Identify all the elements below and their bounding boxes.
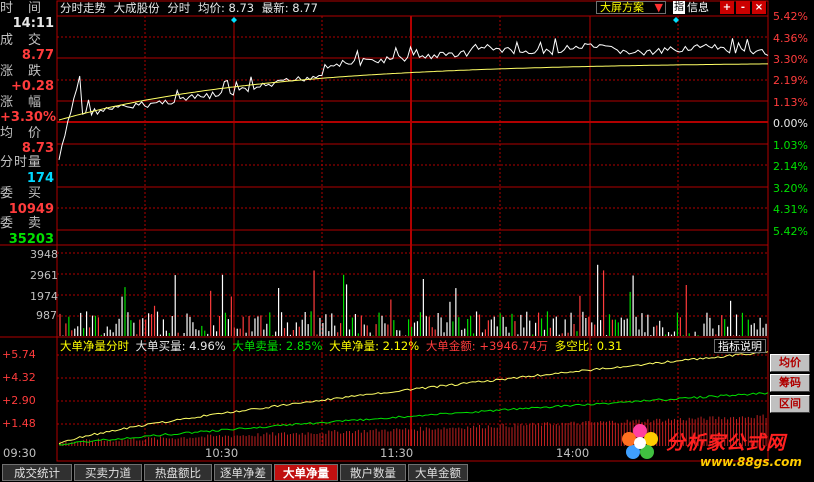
chart-mode: 分时 xyxy=(167,1,191,15)
watermark-title: 分析家公式网 xyxy=(666,432,787,454)
volume-axis-label: 3948 xyxy=(30,248,58,261)
tab-big-order-amount[interactable]: 大单金额 xyxy=(408,464,468,481)
big-buy-text: 大单买量: 4.96% xyxy=(135,339,226,353)
price-axis-label: 5.42% xyxy=(773,225,808,238)
watermark-url: www.88gs.com xyxy=(700,455,802,469)
chart-title: 分时走势 xyxy=(60,1,106,15)
indicator-header: 大单净量分时 大单买量: 4.96% 大单卖量: 2.85% 大单净量: 2.1… xyxy=(60,339,622,353)
volume-axis-label: 1974 xyxy=(30,290,58,303)
big-buy-line xyxy=(58,351,769,445)
scheme-dropdown[interactable]: 大屏方案 ▼ xyxy=(596,1,666,14)
big-net-text: 大单净量: 2.12% xyxy=(329,339,420,353)
sell-label: 委 卖 xyxy=(0,216,43,231)
tab-retail-count[interactable]: 散户数量 xyxy=(340,464,406,481)
price-axis-label: 0.00% xyxy=(773,117,808,130)
tab-buy-sell-force[interactable]: 买卖力道 xyxy=(74,464,142,481)
price-axis-label: 5.42% xyxy=(773,10,808,23)
price-axis-label: 4.31% xyxy=(773,203,808,216)
time-axis-label: 11:30 xyxy=(380,446,414,460)
pct-value: +3.30% xyxy=(0,110,56,125)
indicator-help-button[interactable]: 指标说明 xyxy=(714,339,766,353)
change-label: 涨 跌 xyxy=(0,64,43,79)
price-line xyxy=(58,38,769,161)
chips-button[interactable]: 筹码 xyxy=(770,374,810,392)
deal-value: 8.77 xyxy=(21,48,54,63)
deal-label: 成 交 xyxy=(0,33,43,48)
flower-logo-icon xyxy=(620,422,660,462)
change-value: +0.28 xyxy=(11,79,54,94)
big-sell-text: 大单卖量: 2.85% xyxy=(232,339,323,353)
zoom-out-button[interactable]: - xyxy=(736,1,750,14)
time-value: 14:11 xyxy=(12,16,54,31)
volume-axis-label: 987 xyxy=(36,309,57,322)
vol-value: 174 xyxy=(26,171,54,186)
avg-price-text: 均价: 8.73 xyxy=(197,1,255,15)
chart-header: 分时走势 大成股份 分时 均价: 8.73 最新: 8.77 xyxy=(60,1,318,15)
sell-value: 35203 xyxy=(8,232,54,247)
long-short-ratio-text: 多空比: 0.31 xyxy=(554,339,623,353)
close-button[interactable]: × xyxy=(752,1,766,14)
price-axis-label: 1.03% xyxy=(773,139,808,152)
chevron-down-icon: ▼ xyxy=(654,1,663,14)
tab-hot-ratio[interactable]: 热盘额比 xyxy=(144,464,212,481)
price-axis-label: 1.13% xyxy=(773,96,808,109)
chart-frame xyxy=(56,0,769,462)
latest-price-text: 最新: 8.77 xyxy=(261,1,318,15)
zhi-button[interactable]: 指 xyxy=(673,1,685,14)
zoom-in-button[interactable]: + xyxy=(720,1,734,14)
buy-label: 委 买 xyxy=(0,186,43,201)
indicator-axis-label: +2.90 xyxy=(2,394,36,407)
indicator-axis-label: +4.32 xyxy=(2,371,36,384)
tab-big-order-net[interactable]: 大单净量 xyxy=(274,464,338,481)
time-axis-label: 09:30 xyxy=(3,446,37,460)
chart-canvas xyxy=(0,0,769,462)
volume-axis-label: 2961 xyxy=(30,269,58,282)
time-axis-label: 14:00 xyxy=(556,446,590,460)
price-axis-label: 3.20% xyxy=(773,182,808,195)
big-amount-text: 大单金额: +3946.74万 xyxy=(425,339,549,353)
price-axis-label: 4.36% xyxy=(773,32,808,45)
tab-trade-stats[interactable]: 成交统计 xyxy=(2,464,72,481)
indicator-name: 大单净量分时 xyxy=(60,339,129,353)
avg-price-button[interactable]: 均价 xyxy=(770,354,810,372)
pct-label: 涨 幅 xyxy=(0,95,43,110)
time-label: 时 间 xyxy=(0,1,43,16)
stock-name: 大成股份 xyxy=(113,1,160,15)
avg-label: 均 价 xyxy=(0,126,43,141)
price-axis-label: 2.19% xyxy=(773,74,808,87)
diamond-marker-icon xyxy=(231,17,237,23)
time-axis-label: 10:30 xyxy=(205,446,239,460)
range-button[interactable]: 区间 xyxy=(770,395,810,413)
price-axis-label: 3.30% xyxy=(773,53,808,66)
price-axis-label: 2.14% xyxy=(773,160,808,173)
info-button[interactable]: 信息 xyxy=(687,1,709,14)
vol-label: 分时量 xyxy=(0,155,43,170)
tab-order-net-diff[interactable]: 逐单净差 xyxy=(214,464,272,481)
scheme-label: 大屏方案 xyxy=(600,1,644,14)
indicator-axis-label: +5.74 xyxy=(2,348,36,361)
indicator-axis-label: +1.48 xyxy=(2,417,36,430)
average-price-line xyxy=(58,63,768,121)
